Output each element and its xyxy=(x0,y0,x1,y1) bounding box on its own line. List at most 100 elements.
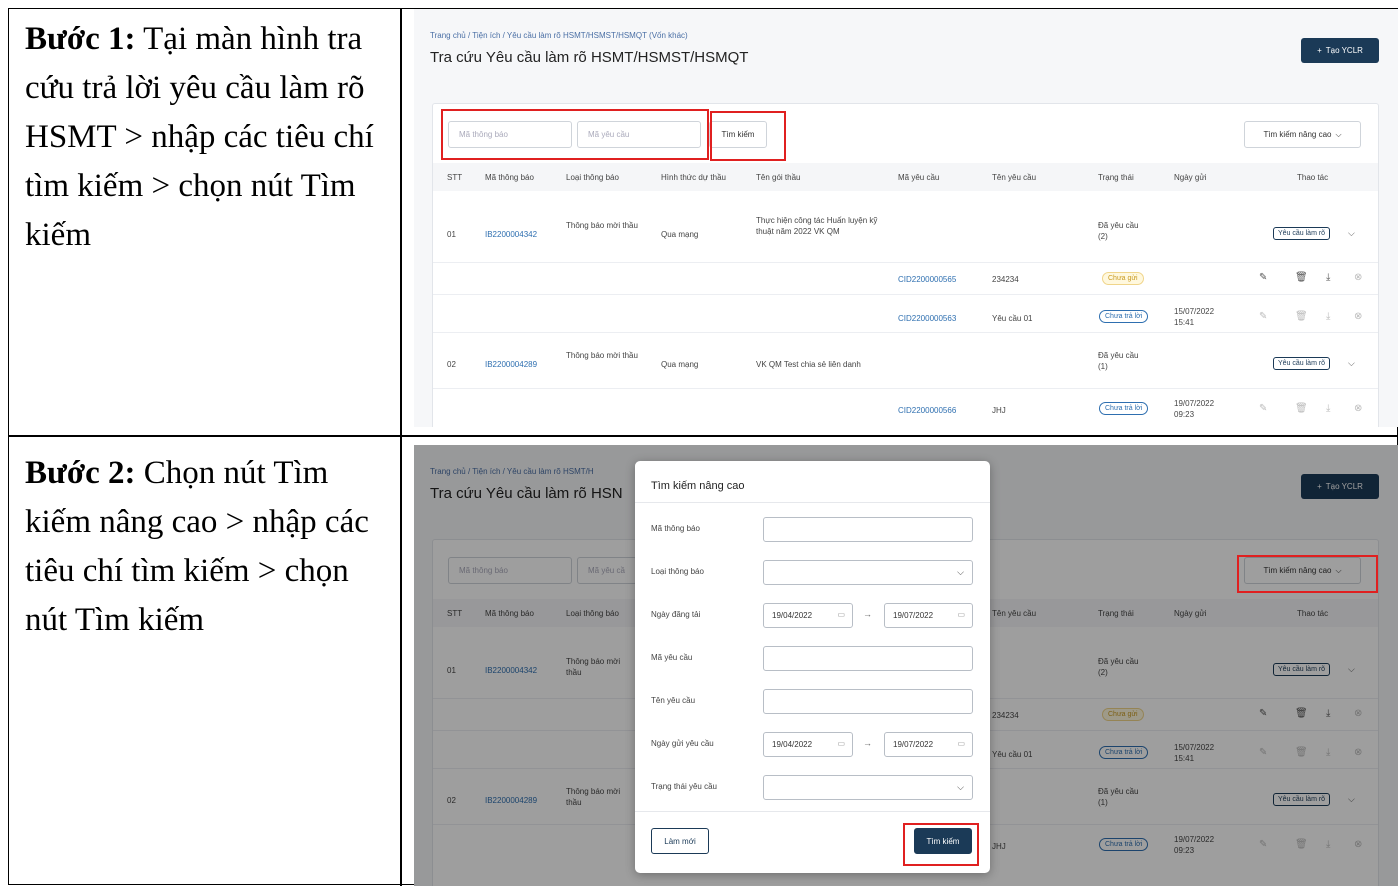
bid-form: Qua mạng xyxy=(661,360,699,369)
status-count: (2) xyxy=(1098,232,1108,241)
col-send-date: Ngày gửi xyxy=(1174,173,1207,182)
edit-icon[interactable]: ✎ xyxy=(1259,403,1267,414)
expand-chevron-icon[interactable]: ⌵ xyxy=(1348,228,1355,239)
advanced-search-label: Tìm kiếm nâng cao xyxy=(1263,130,1332,139)
notice-code-link[interactable]: IB2200004289 xyxy=(485,359,537,370)
status-badge: Chưa trả lời xyxy=(1099,402,1149,415)
label-request-code: Mã yêu cầu xyxy=(651,653,693,662)
range-arrow-icon: → xyxy=(863,738,872,748)
step-1-title: Bước 1: xyxy=(25,21,136,57)
cancel-icon[interactable]: ⊗ xyxy=(1354,403,1362,414)
request-name: 234234 xyxy=(992,275,1019,284)
cancel-icon[interactable]: ⊗ xyxy=(1354,272,1362,283)
highlight-search-inputs xyxy=(441,109,709,160)
instruction-table: Bước 1: Tại màn hình tra cứu trả lời yêu… xyxy=(8,8,1398,886)
chevron-down-icon: ⌵ xyxy=(1335,129,1342,139)
expand-chevron-icon[interactable]: ⌵ xyxy=(1348,358,1355,369)
advanced-search-button[interactable]: Tìm kiếm nâng cao ⌵ xyxy=(1244,121,1361,148)
status-count: (1) xyxy=(1098,362,1108,371)
notice-type: Thông báo mời thầu xyxy=(566,351,638,360)
range-arrow-icon: → xyxy=(863,609,872,619)
col-request-name: Tên yêu cầu xyxy=(992,173,1037,182)
col-request-code: Mã yêu cầu xyxy=(898,173,940,182)
package-name: VK QM Test chia sẻ liên danh xyxy=(756,360,861,369)
send-date-to-input[interactable]: 19/07/2022 ▭ xyxy=(884,732,973,757)
col-notice-code: Mã thông báo xyxy=(485,173,534,182)
delete-icon[interactable]: 🗑 xyxy=(1295,403,1308,414)
download-icon[interactable]: ⤓ xyxy=(1326,272,1330,283)
send-date-from-value: 19/04/2022 xyxy=(772,740,813,749)
calendar-icon: ▭ xyxy=(837,739,845,748)
modal-notice-type-select[interactable]: ⌵ xyxy=(763,560,973,585)
package-name: Thực hiện công tác Huấn luyện kỹ thuật n… xyxy=(756,216,878,236)
calendar-icon: ▭ xyxy=(837,610,845,619)
modal-request-name-input[interactable] xyxy=(763,689,973,714)
status-badge: Chưa trả lời xyxy=(1099,310,1149,323)
calendar-icon: ▭ xyxy=(957,739,965,748)
advanced-search-modal: Tìm kiếm nâng cao Mã thông báo Loại thôn… xyxy=(635,461,990,873)
cancel-icon[interactable]: ⊗ xyxy=(1354,311,1362,322)
screenshot-step-1: Trang chủ / Tiện ích / Yêu cầu làm rõ HS… xyxy=(414,9,1398,427)
label-notice-type: Loại thông báo xyxy=(651,567,704,576)
col-package-name: Tên gói thầu xyxy=(756,173,801,182)
edit-icon[interactable]: ✎ xyxy=(1259,311,1267,322)
breadcrumb[interactable]: Trang chủ / Tiện ích / Yêu cầu làm rõ HS… xyxy=(430,31,688,40)
label-send-date: Ngày gửi yêu cầu xyxy=(651,739,714,748)
row-stt: 02 xyxy=(447,360,456,369)
notice-code-link[interactable]: IB2200004342 xyxy=(485,229,537,240)
edit-icon[interactable]: ✎ xyxy=(1259,272,1267,283)
bid-form: Qua mạng xyxy=(661,230,699,239)
request-code-link[interactable]: CID2200000566 xyxy=(898,405,956,416)
table-header: STT Mã thông báo Loại thông báo Hình thứ… xyxy=(433,163,1378,191)
send-date: 19/07/2022 xyxy=(1174,399,1215,408)
row-divider xyxy=(433,262,1378,263)
col-notice-type: Loại thông báo xyxy=(566,173,619,182)
delete-icon[interactable]: 🗑 xyxy=(1295,311,1308,322)
row-divider xyxy=(433,332,1378,333)
post-date-to-input[interactable]: 19/07/2022 ▭ xyxy=(884,603,973,628)
screenshot-step-2: Trang chủ / Tiện ích / Yêu cầu làm rõ HS… xyxy=(414,445,1398,886)
step-2-title: Bước 2: xyxy=(25,455,136,491)
page-title: Tra cứu Yêu cầu làm rõ HSMT/HSMST/HSMQT xyxy=(430,49,749,66)
send-date-to-value: 19/07/2022 xyxy=(893,740,934,749)
row-divider xyxy=(433,388,1378,389)
clarify-request-button[interactable]: Yêu cầu làm rõ xyxy=(1273,357,1331,370)
request-code-link[interactable]: CID2200000563 xyxy=(898,313,956,324)
modal-request-code-input[interactable] xyxy=(763,646,973,671)
modal-notice-code-input[interactable] xyxy=(763,517,973,542)
download-icon[interactable]: ⤓ xyxy=(1326,403,1330,414)
highlight-search-button xyxy=(710,111,786,161)
column-divider xyxy=(400,9,402,886)
send-time: 15:41 xyxy=(1174,318,1195,327)
reset-button[interactable]: Làm mới xyxy=(651,828,709,854)
chevron-down-icon: ⌵ xyxy=(957,782,964,792)
modal-title: Tìm kiếm nâng cao xyxy=(651,480,745,492)
highlight-modal-search-button xyxy=(903,823,979,866)
label-post-date: Ngày đăng tải xyxy=(651,610,701,619)
label-notice-code: Mã thông báo xyxy=(651,524,700,533)
label-request-name: Tên yêu cầu xyxy=(651,696,696,705)
delete-icon[interactable]: 🗑 xyxy=(1295,272,1308,283)
modal-footer-divider xyxy=(635,811,990,812)
request-name: JHJ xyxy=(992,406,1006,415)
download-icon[interactable]: ⤓ xyxy=(1326,311,1330,322)
notice-type: Thông báo mời thầu xyxy=(566,221,638,230)
create-yclr-label: Tạo YCLR xyxy=(1325,46,1363,55)
send-time: 09:23 xyxy=(1174,410,1195,419)
step-2-text: Bước 2: Chọn nút Tìm kiếm nâng cao > nhậ… xyxy=(25,449,385,645)
send-date: 15/07/2022 xyxy=(1174,307,1215,316)
post-date-from-input[interactable]: 19/04/2022 ▭ xyxy=(763,603,853,628)
status-text: Đã yêu cầu xyxy=(1098,221,1139,230)
modal-status-select[interactable]: ⌵ xyxy=(763,775,973,800)
request-code-link[interactable]: CID2200000565 xyxy=(898,274,956,285)
create-yclr-button[interactable]: + Tạo YCLR xyxy=(1301,38,1379,63)
plus-icon: + xyxy=(1317,46,1322,55)
status-text: Đã yêu cầu xyxy=(1098,351,1139,360)
clarify-request-button[interactable]: Yêu cầu làm rõ xyxy=(1273,227,1331,240)
row-stt: 01 xyxy=(447,230,456,239)
row-divider xyxy=(9,435,1398,437)
col-bid-form: Hình thức dự thầu xyxy=(661,173,726,182)
send-date-from-input[interactable]: 19/04/2022 ▭ xyxy=(763,732,853,757)
row-divider xyxy=(433,294,1378,295)
col-status: Trạng thái xyxy=(1098,173,1134,182)
